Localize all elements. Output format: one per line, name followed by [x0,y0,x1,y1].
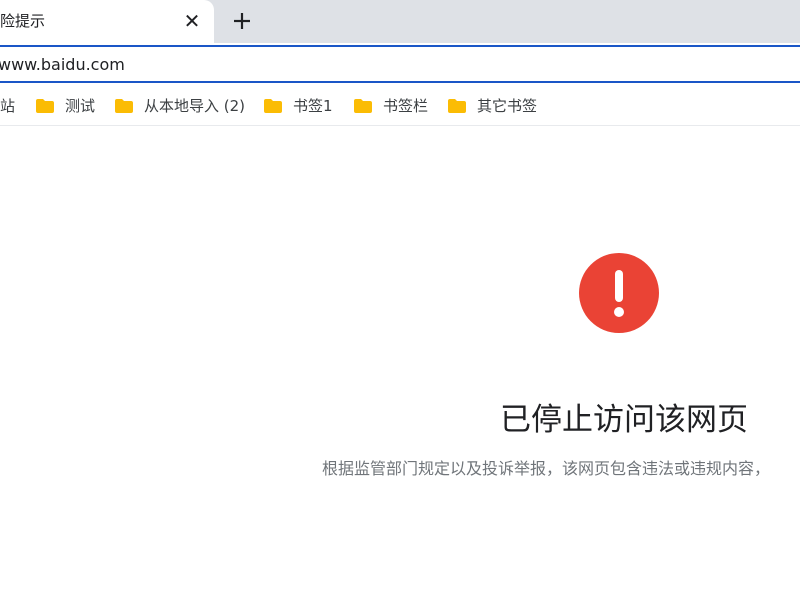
address-bar[interactable] [0,45,800,83]
bookmark-folder-bookmarks-bar[interactable]: 书签栏 [353,95,428,117]
bookmark-label: 其它书签 [477,97,538,115]
bookmark-item-site[interactable]: 站 [0,95,15,117]
bookmark-folder-other[interactable]: 其它书签 [447,95,537,117]
bookmark-label: 测试 [65,97,96,115]
new-tab-button[interactable] [230,9,254,33]
url-input[interactable] [0,55,778,74]
bookmark-label: 书签1 [293,97,333,115]
blocked-page: 已停止访问该网页 根据监管部门规定以及投诉举报，该网页包含违法或违规内容， [0,126,800,600]
block-description: 根据监管部门规定以及投诉举报，该网页包含违法或违规内容， [322,459,771,478]
exclamation-alert-icon [579,253,659,333]
folder-icon [36,99,54,113]
bookmark-label: 站 [0,97,16,115]
active-tab[interactable]: 险提示 ✕ [0,0,214,43]
folder-icon [448,99,466,113]
tab-strip: 险提示 ✕ [0,0,800,43]
bookmark-folder-test[interactable]: 测试 [35,95,95,117]
tab-title: 险提示 [0,12,46,30]
bookmark-label: 书签栏 [383,97,429,115]
folder-icon [354,99,372,113]
bookmark-folder-bookmark1[interactable]: 书签1 [263,95,333,117]
plus-icon [234,13,250,29]
page-title: 已停止访问该网页 [500,402,748,438]
close-icon[interactable]: ✕ [181,10,203,32]
bookmark-label: 从本地导入 (2) [144,97,246,115]
folder-icon [264,99,282,113]
toolbar [0,43,800,87]
browser-window: 险提示 ✕ 站 测试 从本地导入 (2) [0,0,800,600]
bookmark-folder-imported[interactable]: 从本地导入 (2) [114,95,245,117]
bookmarks-bar: 站 测试 从本地导入 (2) 书签1 书签栏 其它书签 [0,87,800,126]
folder-icon [115,99,133,113]
